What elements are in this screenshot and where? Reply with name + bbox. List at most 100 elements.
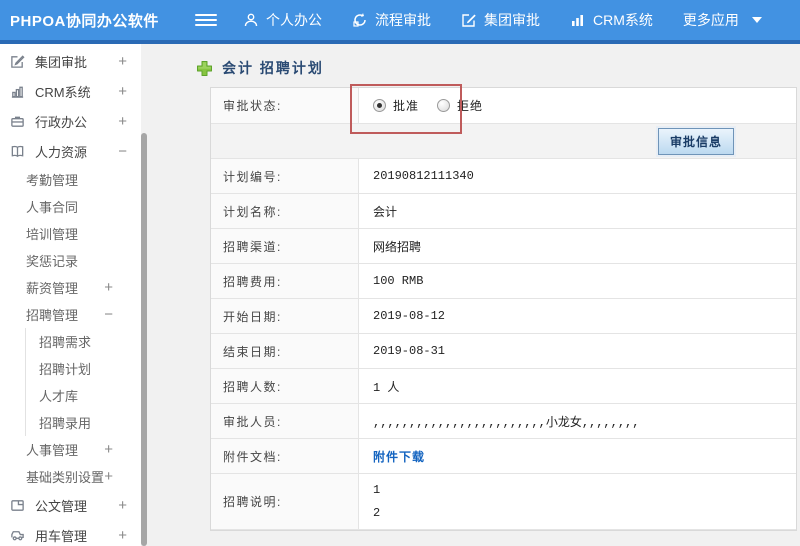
user-icon bbox=[243, 12, 259, 28]
sidebar-item-personnel[interactable]: 人事管理 + bbox=[0, 436, 141, 463]
table-row-description: 招聘说明: 1 2 bbox=[211, 474, 796, 530]
book-icon bbox=[10, 143, 26, 159]
edit-icon bbox=[10, 53, 26, 69]
table-row-end-date: 结束日期: 2019-08-31 bbox=[211, 334, 796, 369]
description-line: 1 bbox=[373, 483, 381, 497]
top-nav: 个人办公 流程审批 集团审批 CRM系统 更多应用 bbox=[243, 10, 762, 30]
sidebar-item-salary[interactable]: 薪资管理 + bbox=[0, 274, 141, 301]
nav-process-approval[interactable]: 流程审批 bbox=[352, 10, 431, 30]
sidebar-item-label: 招聘计划 bbox=[39, 362, 92, 377]
sidebar-item-label: 人才库 bbox=[39, 389, 79, 404]
recruitment-plan-form: 审批状态: 批准 拒绝 审批信息 计划编号: 20190812111340 计划… bbox=[210, 84, 797, 531]
sidebar-item-label: 人力资源 bbox=[35, 144, 88, 160]
recruitment-submenu: 招聘需求 招聘计划 人才库 招聘录用 bbox=[25, 328, 141, 436]
radio-reject-dot[interactable] bbox=[437, 99, 451, 112]
sidebar-item-base-category[interactable]: 基础类别设置 + bbox=[0, 463, 141, 490]
field-label: 审批状态: bbox=[211, 88, 359, 123]
approval-radio-group: 批准 拒绝 bbox=[373, 97, 491, 114]
sidebar-item-rewards[interactable]: 奖惩记录 bbox=[0, 247, 141, 274]
nav-personal-office[interactable]: 个人办公 bbox=[243, 10, 322, 30]
plus-icon bbox=[197, 60, 212, 76]
expand-toggle[interactable]: + bbox=[104, 468, 141, 485]
document-icon bbox=[10, 497, 26, 513]
sidebar-item-label: 招聘管理 bbox=[26, 308, 79, 323]
bar-chart-icon bbox=[10, 83, 26, 99]
sidebar-item-recruit-demand[interactable]: 招聘需求 bbox=[26, 328, 141, 355]
description-line: 2 bbox=[373, 506, 381, 520]
sidebar-item-recruit-hire[interactable]: 招聘录用 bbox=[26, 409, 141, 436]
sidebar-item-label: 集团审批 bbox=[35, 54, 88, 70]
nav-crm-system[interactable]: CRM系统 bbox=[570, 10, 653, 30]
expand-toggle[interactable]: + bbox=[104, 279, 141, 296]
expand-toggle[interactable]: + bbox=[104, 441, 141, 458]
field-value: 批准 拒绝 bbox=[359, 88, 796, 123]
sidebar-item-documents[interactable]: 公文管理 + bbox=[0, 490, 141, 520]
attachment-download-link[interactable]: 附件下载 bbox=[373, 448, 425, 465]
table-row-channel: 招聘渠道: 网络招聘 bbox=[211, 229, 796, 264]
sidebar-item-crm[interactable]: CRM系统 + bbox=[0, 76, 141, 106]
collapse-toggle[interactable]: − bbox=[104, 306, 141, 323]
table-row-headcount: 招聘人数: 1 人 bbox=[211, 369, 796, 404]
sidebar-item-talent-pool[interactable]: 人才库 bbox=[26, 382, 141, 409]
sidebar-item-label: 薪资管理 bbox=[26, 281, 79, 296]
sidebar-item-recruitment[interactable]: 招聘管理 − bbox=[0, 301, 141, 328]
sidebar-item-label: 招聘录用 bbox=[39, 416, 92, 431]
rotate-arrow-icon bbox=[352, 12, 368, 28]
page-title-text: 会计 招聘计划 bbox=[222, 60, 324, 76]
approval-button-row: 审批信息 bbox=[211, 124, 796, 159]
sidebar-item-label: 奖惩记录 bbox=[26, 254, 79, 269]
expand-toggle[interactable]: + bbox=[118, 113, 141, 130]
nav-label: 集团审批 bbox=[484, 12, 540, 28]
nav-label: 个人办公 bbox=[266, 12, 322, 28]
sidebar-item-label: 人事管理 bbox=[26, 443, 79, 458]
page-title: 会计 招聘计划 bbox=[196, 58, 800, 78]
nav-more-apps[interactable]: 更多应用 bbox=[683, 10, 762, 30]
sidebar-item-label: 人事合同 bbox=[26, 200, 79, 215]
nav-label: 流程审批 bbox=[375, 12, 431, 28]
app-logo[interactable]: PHPOA协同办公软件 bbox=[0, 10, 195, 31]
sidebar-item-attendance[interactable]: 考勤管理 bbox=[0, 166, 141, 193]
radio-approve-dot[interactable] bbox=[373, 99, 386, 112]
approval-info-button[interactable]: 审批信息 bbox=[657, 127, 734, 155]
sidebar-item-label: 行政办公 bbox=[35, 114, 88, 130]
sidebar-item-hr-contract[interactable]: 人事合同 bbox=[0, 193, 141, 220]
approval-status-row: 审批状态: 批准 拒绝 bbox=[211, 88, 796, 124]
briefcase-icon bbox=[10, 113, 26, 129]
table-row-attachment: 附件文档: 附件下载 bbox=[211, 439, 796, 474]
table-row-cost: 招聘费用: 100 RMB bbox=[211, 264, 796, 299]
top-header: PHPOA协同办公软件 个人办公 流程审批 集团审批 CRM系统 更多应用 bbox=[0, 0, 800, 44]
sidebar: 集团审批 + CRM系统 + 行政办公 + 人力资源 − 考勤管理 人事合同 培… bbox=[0, 44, 141, 546]
table-row-plan-number: 计划编号: 20190812111340 bbox=[211, 159, 796, 194]
sidebar-item-recruit-plan[interactable]: 招聘计划 bbox=[26, 355, 141, 382]
main-content: 会计 招聘计划 审批状态: 批准 拒绝 审批信息 计划编号: 201908121… bbox=[147, 44, 800, 546]
collapse-toggle[interactable]: − bbox=[118, 143, 141, 160]
table-row-start-date: 开始日期: 2019-08-12 bbox=[211, 299, 796, 334]
hamburger-menu-icon[interactable] bbox=[195, 14, 217, 26]
nav-group-approval[interactable]: 集团审批 bbox=[461, 10, 540, 30]
sidebar-item-label: 用车管理 bbox=[35, 528, 88, 544]
expand-toggle[interactable]: + bbox=[118, 497, 141, 514]
table-row-approvers: 审批人员: ,,,,,,,,,,,,,,,,,,,,,,,,小龙女,,,,,,,… bbox=[211, 404, 796, 439]
sidebar-item-label: 公文管理 bbox=[35, 498, 88, 514]
sidebar-item-label: 招聘需求 bbox=[39, 335, 92, 350]
sidebar-item-training[interactable]: 培训管理 bbox=[0, 220, 141, 247]
edit-icon bbox=[461, 12, 477, 28]
expand-toggle[interactable]: + bbox=[118, 527, 141, 544]
chevron-down-icon bbox=[751, 17, 762, 23]
nav-label: CRM系统 bbox=[593, 12, 653, 28]
sidebar-item-label: 培训管理 bbox=[26, 227, 79, 242]
bar-chart-icon bbox=[570, 12, 586, 28]
sidebar-item-group-approval[interactable]: 集团审批 + bbox=[0, 46, 141, 76]
expand-toggle[interactable]: + bbox=[118, 83, 141, 100]
radio-reject[interactable]: 拒绝 bbox=[437, 97, 483, 114]
sidebar-item-human-resources[interactable]: 人力资源 − bbox=[0, 136, 141, 166]
sidebar-item-label: CRM系统 bbox=[35, 84, 91, 100]
sidebar-item-admin-office[interactable]: 行政办公 + bbox=[0, 106, 141, 136]
expand-toggle[interactable]: + bbox=[118, 53, 141, 70]
car-icon bbox=[10, 527, 26, 543]
radio-approve[interactable]: 批准 bbox=[373, 97, 419, 114]
sidebar-item-label: 基础类别设置 bbox=[26, 470, 105, 485]
table-row-plan-name: 计划名称: 会计 bbox=[211, 194, 796, 229]
nav-label: 更多应用 bbox=[682, 12, 739, 28]
sidebar-item-vehicle[interactable]: 用车管理 + bbox=[0, 520, 141, 546]
